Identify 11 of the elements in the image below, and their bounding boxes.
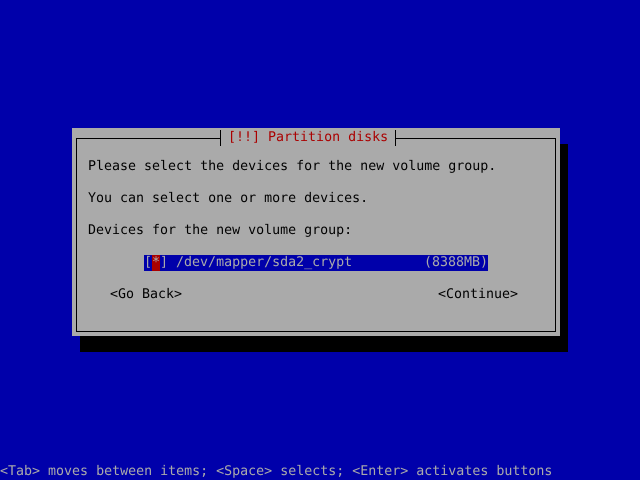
checkbox[interactable]: [*] [144, 255, 168, 271]
list-label: Devices for the new volume group: [88, 223, 354, 239]
dialog-button[interactable]: <Continue> [438, 287, 518, 303]
message-text: Please select the devices for the new volume group. [88, 159, 498, 175]
message-text: You can select one or more devices. [88, 191, 370, 207]
device-list-item[interactable]: [*] /dev/mapper/sda2_crypt (8388MB) [144, 255, 488, 271]
device-name: /dev/mapper/sda2_crypt [175, 255, 352, 271]
device-size: (8388MB) [424, 255, 488, 271]
dialog-title: [!!] Partition disks [220, 130, 396, 146]
status-bar-text: <Tab> moves between items; <Space> selects; <Enter> activates buttons [0, 464, 554, 480]
dialog-button[interactable]: <Go Back> [110, 287, 182, 303]
